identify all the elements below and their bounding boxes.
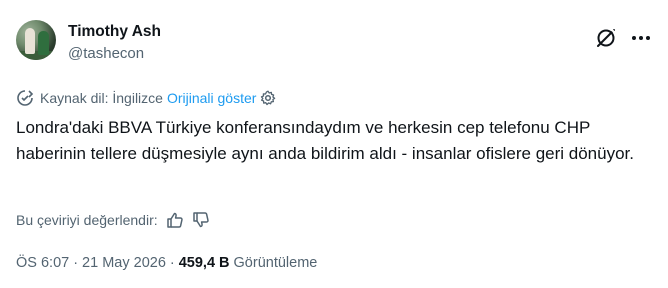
tweet-time[interactable]: ÖS 6:07 <box>16 255 69 271</box>
tweet-header: Timothy Ash @tashecon <box>16 20 652 68</box>
tweet-text: Londra'daki BBVA Türkiye konferansındayd… <box>16 118 634 163</box>
tweet-date[interactable]: 21 May 2026 <box>82 255 166 271</box>
views-count: 459,4 B <box>178 255 230 271</box>
grok-icon[interactable] <box>594 26 618 50</box>
views-label: Görüntüleme <box>233 255 318 271</box>
meta-separator: · <box>169 255 175 271</box>
rating-prompt: Bu çeviriyi değerlendir: <box>16 212 158 228</box>
avatar[interactable] <box>16 20 56 60</box>
source-language-label: Kaynak dil: İngilizce <box>40 90 163 106</box>
gear-icon[interactable] <box>260 90 276 106</box>
tweet-meta: ÖS 6:07 · 21 May 2026 · 459,4 B Görüntül… <box>16 253 317 273</box>
translation-bar: Kaynak dil: İngilizce Orijinali göster <box>16 88 276 108</box>
show-original-link[interactable]: Orijinali göster <box>167 90 256 106</box>
author-handle[interactable]: @tashecon <box>68 45 144 62</box>
thumbs-up-icon[interactable] <box>166 211 184 229</box>
translate-icon <box>17 90 34 106</box>
more-icon[interactable] <box>630 26 652 50</box>
meta-separator: · <box>73 255 79 271</box>
author-name[interactable]: Timothy Ash <box>68 23 161 41</box>
translation-rating: Bu çeviriyi değerlendir: <box>16 209 210 231</box>
thumbs-down-icon[interactable] <box>192 211 210 229</box>
